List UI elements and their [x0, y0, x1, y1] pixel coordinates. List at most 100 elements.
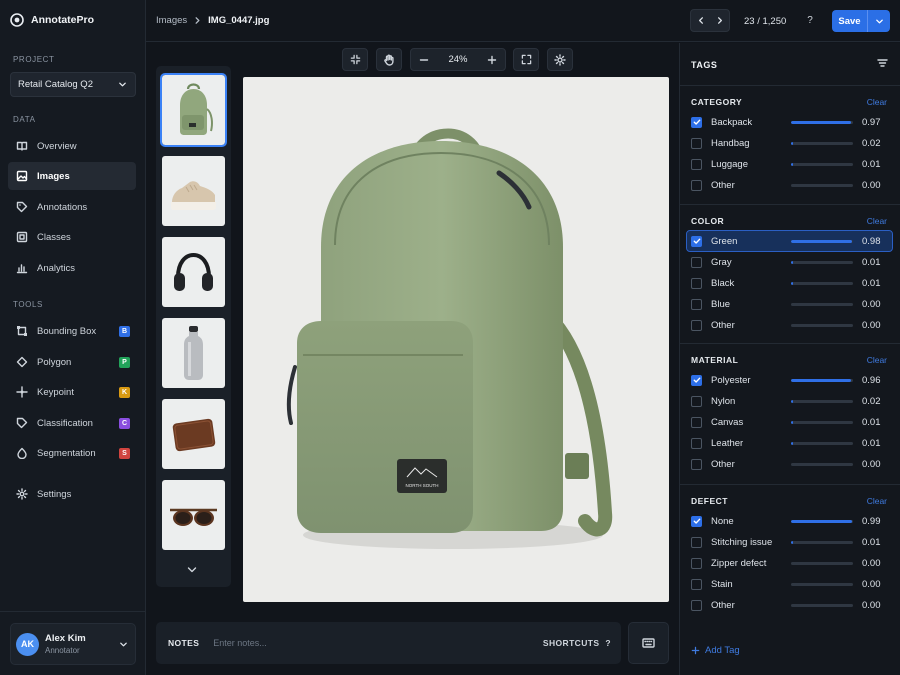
zoom-out-button[interactable] [411, 49, 436, 70]
image-canvas[interactable]: NORTH SOUTH [243, 77, 669, 602]
nav-item-classes[interactable]: Classes [8, 223, 136, 251]
nav-item-images[interactable]: Images [8, 162, 136, 190]
checkbox[interactable] [691, 256, 702, 268]
confidence-score: 0.01 [862, 277, 881, 289]
thumbnail-sunglasses[interactable] [162, 480, 225, 550]
minus-icon [419, 55, 429, 65]
tag-option[interactable]: Backpack 0.97 [687, 112, 892, 132]
tool-keypoint[interactable]: Keypoint K [8, 378, 136, 406]
chevron-down-icon[interactable] [186, 565, 198, 575]
thumbnail-headphones[interactable] [162, 237, 225, 307]
tag-option[interactable]: Luggage 0.01 [687, 154, 892, 174]
shortcuts-link[interactable]: SHORTCUTS ? [543, 638, 611, 648]
confidence-bar [791, 162, 853, 166]
keyboard-shortcuts-button[interactable] [628, 622, 669, 664]
tool-classification[interactable]: Classification C [8, 409, 136, 437]
checkbox-checked[interactable] [691, 235, 702, 247]
tag-option[interactable]: Nylon 0.02 [687, 391, 892, 411]
checkbox[interactable] [691, 557, 702, 569]
nav-item-annotations[interactable]: Annotations [8, 193, 136, 221]
tag-option[interactable]: Canvas 0.01 [687, 412, 892, 432]
shrink-icon [350, 54, 361, 65]
fit-to-screen-button[interactable] [342, 48, 368, 71]
thumbnail-backpack[interactable] [160, 73, 227, 147]
previous-image-button[interactable] [691, 10, 710, 31]
checkbox[interactable] [691, 536, 702, 548]
bounding-box-icon [16, 325, 28, 337]
checkbox[interactable] [691, 579, 702, 591]
checkbox[interactable] [691, 600, 702, 612]
checkbox-checked[interactable] [691, 374, 702, 386]
thumbnail-wallet[interactable] [162, 399, 225, 469]
image-pager [690, 9, 730, 32]
nav-item-label: Settings [37, 488, 72, 500]
zoom-in-button[interactable] [480, 49, 505, 70]
tag-option[interactable]: Gray 0.01 [687, 252, 892, 272]
tag-label: Green [711, 235, 738, 247]
tag-option[interactable]: Other 0.00 [687, 176, 892, 196]
tag-option[interactable]: None 0.99 [687, 511, 892, 531]
checkbox[interactable] [691, 158, 702, 170]
tag-option[interactable]: Black 0.01 [687, 273, 892, 293]
checkbox[interactable] [691, 320, 702, 332]
tag-label: Polyester [711, 374, 751, 386]
checkbox[interactable] [691, 180, 702, 192]
checkbox[interactable] [691, 416, 702, 428]
fullscreen-button[interactable] [513, 48, 539, 71]
checkbox[interactable] [691, 395, 702, 407]
pan-tool-button[interactable] [376, 48, 402, 71]
clear-button[interactable]: Clear [867, 496, 887, 506]
tag-icon [16, 201, 28, 213]
app-brand[interactable]: AnnotatePro [10, 13, 94, 27]
clear-button[interactable]: Clear [867, 97, 887, 107]
user-menu[interactable]: AK Alex Kim Annotator [10, 623, 136, 665]
brightness-button[interactable] [547, 48, 573, 71]
clear-button[interactable]: Clear [867, 355, 887, 365]
add-tag-button[interactable]: Add Tag [691, 645, 740, 656]
checkbox[interactable] [691, 299, 702, 311]
checkbox[interactable] [691, 277, 702, 289]
thumbnail-sneaker[interactable] [162, 156, 225, 226]
confidence-score: 0.01 [862, 438, 881, 450]
nav-item-analytics[interactable]: Analytics [8, 254, 136, 282]
help-button[interactable]: ? [802, 12, 818, 28]
checkbox-checked[interactable] [691, 515, 702, 527]
tool-bounding-box[interactable]: Bounding Box B [8, 317, 136, 345]
tag-option[interactable]: Blue 0.00 [687, 295, 892, 315]
thumbnail-water-bottle[interactable] [162, 318, 225, 388]
notes-input[interactable] [213, 638, 543, 648]
tag-option[interactable]: Stain 0.00 [687, 575, 892, 595]
next-image-button[interactable] [710, 10, 729, 31]
checkbox[interactable] [691, 137, 702, 149]
checkbox[interactable] [691, 459, 702, 471]
tool-segmentation[interactable]: Segmentation S [8, 439, 136, 467]
tag-option[interactable]: Leather 0.01 [687, 434, 892, 454]
nav-item-label: Annotations [37, 201, 88, 213]
tool-polygon[interactable]: Polygon P [8, 348, 136, 376]
nav-item-settings[interactable]: Settings [8, 480, 136, 508]
check-icon [693, 518, 700, 524]
confidence-bar [791, 260, 853, 264]
save-button[interactable]: Save [832, 10, 868, 32]
tag-option[interactable]: Handbag 0.02 [687, 133, 892, 153]
tag-option[interactable]: Other 0.00 [687, 455, 892, 475]
checkbox-checked[interactable] [691, 116, 702, 128]
breadcrumb-images[interactable]: Images [156, 15, 187, 26]
shortcut-badge: K [119, 386, 130, 398]
nav-item-overview[interactable]: Overview [8, 132, 136, 160]
tag-option[interactable]: Green 0.98 [686, 230, 893, 252]
breadcrumb: Images IMG_0447.jpg [156, 15, 269, 26]
project-select[interactable]: Retail Catalog Q2 [10, 72, 136, 97]
checkbox[interactable] [691, 438, 702, 450]
tag-option[interactable]: Polyester 0.96 [687, 370, 892, 390]
save-options-button[interactable] [868, 10, 890, 32]
tag-option[interactable]: Stitching issue 0.01 [687, 532, 892, 552]
divider [0, 611, 146, 612]
filter-icon[interactable] [877, 58, 888, 68]
tag-option[interactable]: Zipper defect 0.00 [687, 553, 892, 573]
tag-option[interactable]: Other 0.00 [687, 596, 892, 616]
tag-option[interactable]: Other 0.00 [687, 316, 892, 336]
clear-button[interactable]: Clear [867, 216, 887, 226]
confidence-score: 0.01 [862, 536, 881, 548]
divider [680, 484, 900, 485]
